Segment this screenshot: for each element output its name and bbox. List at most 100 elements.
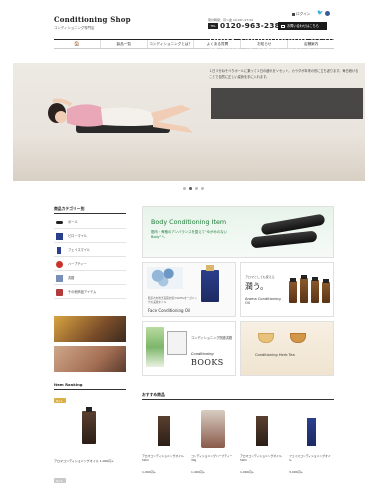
twitter-icon[interactable]: 🐦 (317, 11, 323, 16)
category-label: フェイスマイル (68, 248, 91, 252)
bottle-icon (57, 247, 61, 254)
recommended-divider (142, 399, 334, 400)
tel-number[interactable]: 0120-963-238 (220, 21, 280, 30)
book-image (167, 331, 187, 355)
category-label: ポール (68, 220, 78, 224)
pole-icon (56, 221, 63, 224)
mail-icon (281, 24, 285, 28)
face-oil-bottle-image (201, 265, 219, 302)
rank-badge-2: No.2 (54, 478, 66, 483)
category-item-books[interactable]: 書籍 (54, 272, 126, 285)
product-price: 1,400円+ (191, 470, 206, 474)
slider-dots (183, 187, 204, 190)
category-item-others[interactable]: その他商品アイテム (54, 286, 126, 299)
category-item-face[interactable]: フェイスマイル (54, 244, 126, 257)
promo-subtitle: 筋肉・骨格のアンバランスを整えて“ゆがみのないBody”へ (151, 230, 227, 239)
category-label: ピローマイル (68, 234, 88, 238)
tea-cup-image (258, 333, 274, 343)
facebook-icon[interactable] (325, 11, 330, 16)
ranking-product-image[interactable] (82, 407, 96, 444)
product-price: 1,000円+ (142, 470, 157, 474)
rank-badge-1: No.1 (54, 398, 66, 403)
slider-dot-3[interactable] (195, 187, 198, 190)
product-card[interactable]: アロマコンディショニングオイル 50ml 1,000円+ (142, 410, 186, 482)
product-price: 1,000円+ (240, 470, 255, 474)
promo-caption: アロマとしても使える (245, 275, 275, 279)
promo-title: Conditioning Herb Tea (255, 353, 295, 357)
tel-badge: TEL (208, 23, 218, 29)
promo-caption: 肌荒れを防ぎ美肌を保つ100%オーガニックの美容オイル (148, 297, 197, 304)
hero-person-image (48, 98, 193, 133)
promo-caption: コンディショニング関連書籍 (191, 336, 233, 340)
hero-subtitle: 筋肉・骨格のアンバランスを整えて“ゆがみのないBody”へ (209, 49, 326, 54)
category-item-pole[interactable]: ポール (54, 216, 126, 229)
item-icon (56, 289, 63, 296)
promo-body-conditioning[interactable]: Body Conditioning Item 筋肉・骨格のアンバランスを整えて“… (142, 206, 334, 258)
logo-subtitle: コンディショニング専門店 (54, 26, 95, 30)
slider-dot-2[interactable] (189, 187, 192, 190)
rank-badge-label: No.1 (56, 399, 63, 403)
ranking-title: Item Ranking (54, 382, 83, 387)
promo-books[interactable]: コンディショニング関連書籍 Conditioning BOOKS (142, 321, 236, 376)
promo-herb-tea[interactable]: Conditioning Herb Tea (240, 321, 334, 376)
side-banner-massage[interactable] (54, 346, 126, 372)
shop-logo[interactable]: Conditioning Shop コンディショニング専門店 (54, 15, 131, 30)
logo-text: Conditioning Shop (54, 15, 131, 24)
category-item-herbtea[interactable]: ハーブティー (54, 258, 126, 271)
nav-about-conditioning[interactable]: コンディショニングとは？ (146, 40, 194, 48)
hero-description: １日３分ねそべりポールに乗って１日の疲れをリセット。カラダが本来の形に立ち返りま… (209, 69, 359, 79)
recommended-title: おすすめ商品 (142, 392, 165, 397)
product-card[interactable]: アロマコンディショニングオイル 50ml 1,000円+ (240, 410, 284, 482)
nav-home[interactable]: 🏠 (54, 40, 100, 48)
category-item-pillow[interactable]: ピローマイル (54, 230, 126, 243)
hero-title: Body Conditioning Item (209, 32, 335, 44)
aroma-bottle-image (300, 275, 308, 303)
slider-dot-4[interactable] (201, 187, 204, 190)
category-divider (54, 213, 126, 214)
promo-title: Aroma Conditioning Oil (245, 297, 281, 306)
hero-banner[interactable] (13, 63, 365, 181)
promo-title: Conditioning (191, 352, 214, 356)
aroma-bottle-image (322, 279, 330, 303)
flower-image (147, 267, 183, 289)
product-name: アロマコンディショニングオイル 50ml (240, 454, 282, 462)
category-label: ハーブティー (68, 262, 87, 266)
hero-copy-box (211, 88, 363, 119)
slider-dot-1[interactable] (183, 187, 186, 190)
tea-icon (56, 261, 63, 268)
promo-title: Body Conditioning Item (151, 218, 227, 226)
product-price: 3,000円+ (289, 470, 304, 474)
promo-headline: 潤う。 (245, 282, 268, 291)
promo-title: Face Conditioning Oil (148, 308, 191, 313)
category-label: 書籍 (68, 276, 75, 280)
product-name: コンディショニングハーブティー 30g (191, 454, 233, 462)
product-image (307, 418, 316, 446)
book-icon (56, 275, 63, 282)
ranking-divider (54, 389, 126, 390)
product-name: フェイスコンディショニングオイル (289, 454, 331, 462)
product-image (201, 410, 225, 448)
login-link[interactable]: ログイン (292, 12, 310, 17)
aroma-bottle-image (311, 277, 319, 303)
product-image (158, 416, 170, 446)
category-title: 商品カテゴリー別 (54, 206, 85, 211)
lock-icon (292, 12, 295, 16)
login-label: ログイン (296, 12, 311, 16)
product-card[interactable]: コンディショニングハーブティー 30g 1,400円+ (191, 410, 235, 482)
product-image (256, 416, 268, 446)
pillow-icon (56, 233, 63, 240)
ranking-product-name[interactable]: アロマコンディショニングオイル 1,000円+ (54, 459, 126, 463)
promo-aroma-oil[interactable]: アロマとしても使える 潤う。 Aroma Conditioning Oil (240, 262, 334, 317)
contact-label: お問い合わせはこちら (287, 24, 319, 28)
side-banner-herbtea[interactable] (54, 316, 126, 342)
page: Conditioning Shop コンディショニング専門店 ログイン 🐦 受付… (0, 0, 378, 489)
pole-image (250, 230, 318, 249)
promo-headline: BOOKS (191, 358, 224, 367)
nav-products[interactable]: 製品一覧 (99, 40, 147, 48)
contact-button[interactable]: お問い合わせはこちら (278, 22, 327, 30)
rank-badge-label: No.2 (56, 479, 63, 483)
product-name: アロマコンディショニングオイル 50ml (142, 454, 184, 462)
promo-face-oil[interactable]: 肌荒れを防ぎ美肌を保つ100%オーガニックの美容オイル Face Conditi… (142, 262, 236, 317)
product-card[interactable]: フェイスコンディショニングオイル 3,000円+ (289, 410, 333, 482)
herb-image (146, 327, 164, 367)
